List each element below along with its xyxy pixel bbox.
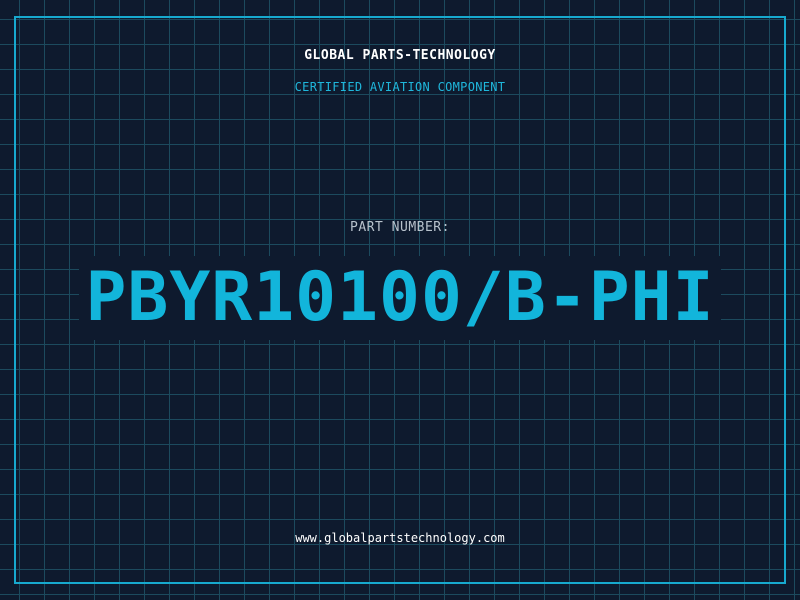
certificate-card: GLOBAL PARTS-TECHNOLOGY CERTIFIED AVIATI…	[0, 0, 800, 600]
tagline: CERTIFIED AVIATION COMPONENT	[294, 80, 506, 94]
part-number-label: PART NUMBER:	[350, 220, 450, 235]
website-link[interactable]: www.globalpartstechnology.com	[0, 531, 800, 545]
company-name: GLOBAL PARTS-TECHNOLOGY	[304, 48, 496, 63]
part-number-container: PBYR10100/B-PHI	[0, 256, 800, 340]
part-number: PBYR10100/B-PHI	[79, 256, 721, 340]
